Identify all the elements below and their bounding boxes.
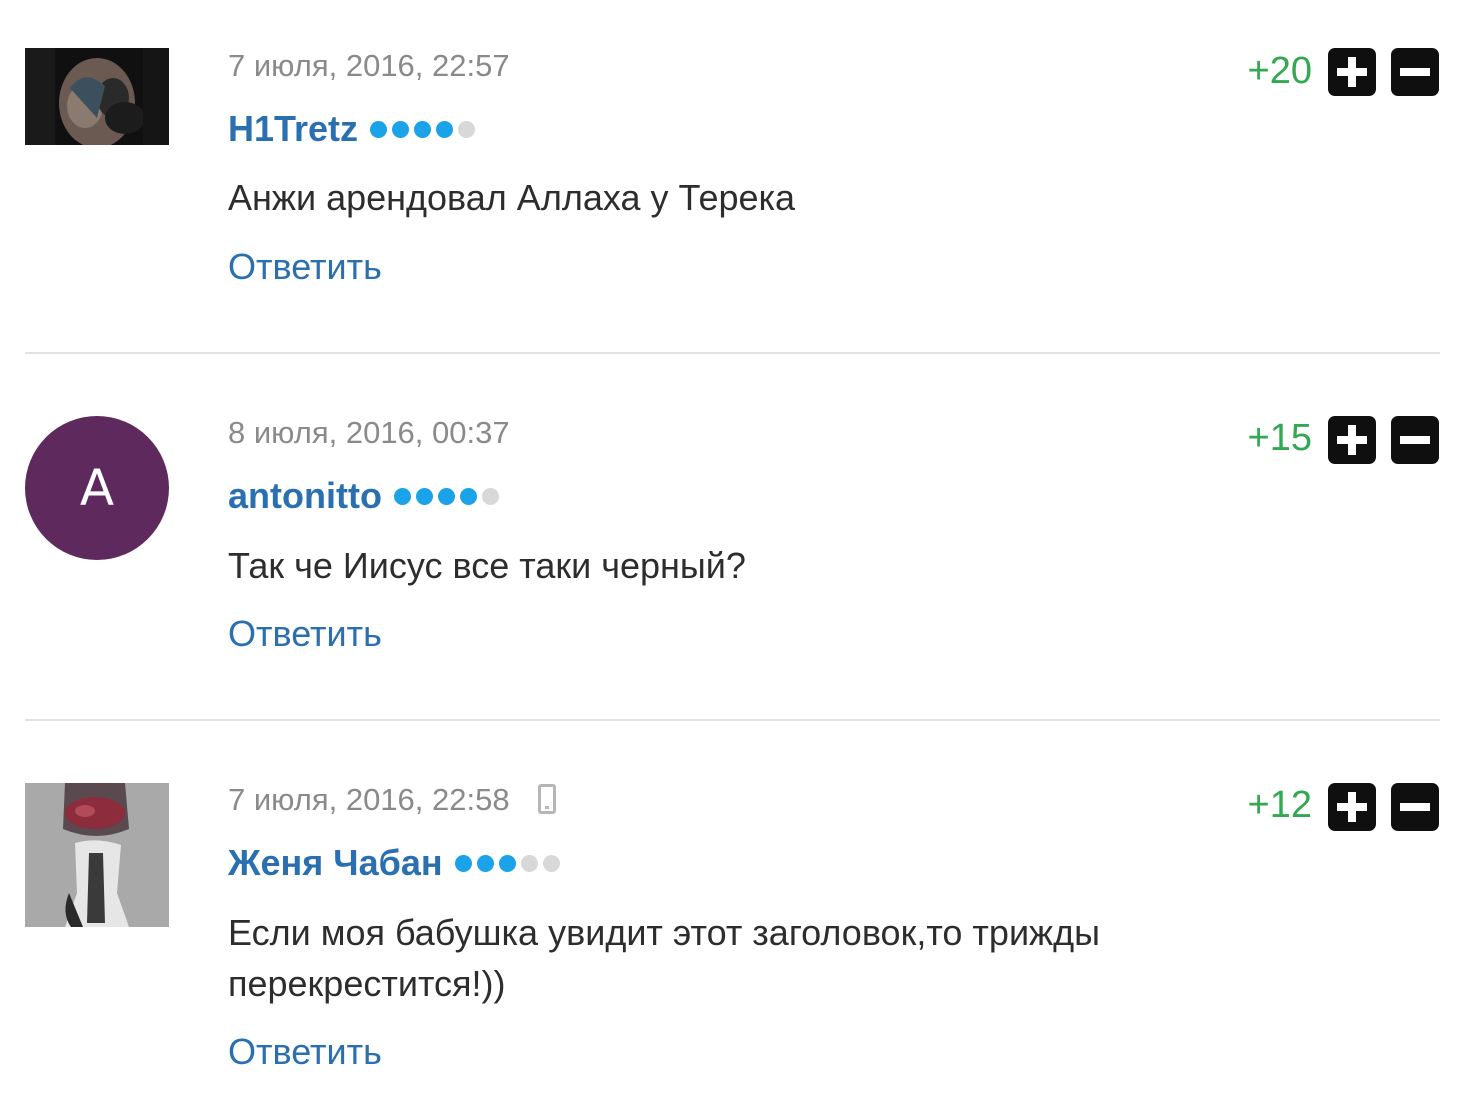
avatar-letter: A (79, 459, 115, 517)
minus-icon (1400, 68, 1430, 76)
user-rating-dots (370, 120, 476, 138)
comment-score: +12 (1247, 784, 1312, 826)
reply-link[interactable]: Ответить (228, 613, 382, 655)
rating-dot (520, 854, 538, 872)
plus-icon-vertical (1348, 792, 1356, 822)
comment-text: Если моя бабушка увидит этот заголовок,т… (228, 912, 1101, 1004)
rating-dot (459, 487, 477, 505)
comment-date: 8 июля, 2016, 00:37 (228, 415, 510, 450)
rating-dot (476, 854, 494, 872)
comment-date: 7 июля, 2016, 22:58 (228, 782, 556, 818)
downvote-button[interactable] (1391, 416, 1439, 464)
user-photo-avatar-icon (25, 783, 169, 927)
comment-text: Анжи арендовал Аллаха у Терека (228, 177, 796, 218)
rating-dot (414, 120, 432, 138)
avatar[interactable]: A (25, 416, 169, 560)
mobile-device-icon (537, 783, 556, 814)
comment-divider (25, 352, 1440, 354)
plus-icon-vertical (1348, 57, 1356, 87)
comment-score: +20 (1247, 50, 1312, 92)
rating-dot (542, 854, 560, 872)
plus-icon-vertical (1348, 425, 1356, 455)
downvote-button[interactable] (1391, 783, 1439, 831)
rating-dot (481, 487, 499, 505)
comment-author-row: H1Tretz (228, 108, 476, 150)
rating-dot (392, 120, 410, 138)
minus-icon (1400, 803, 1430, 811)
comment-date: 7 июля, 2016, 22:57 (228, 48, 510, 83)
comment-date-text: 7 июля, 2016, 22:58 (228, 782, 510, 817)
user-rating-dots (454, 854, 560, 872)
avatar[interactable] (25, 48, 169, 145)
rating-dot (454, 854, 472, 872)
author-name-link[interactable]: Женя Чабан (228, 842, 443, 884)
upvote-button[interactable] (1328, 416, 1376, 464)
upvote-button[interactable] (1328, 783, 1376, 831)
rating-dot (436, 120, 454, 138)
comment-text: Так че Иисус все таки черный? (228, 545, 746, 586)
comment-author-row: Женя Чабан (228, 842, 560, 884)
upvote-button[interactable] (1328, 48, 1376, 96)
minus-icon (1400, 436, 1430, 444)
rating-dot (370, 120, 388, 138)
user-rating-dots (393, 487, 499, 505)
reply-link[interactable]: Ответить (228, 246, 382, 288)
rating-dot (393, 487, 411, 505)
comment-divider (25, 719, 1440, 721)
avatar[interactable] (25, 783, 169, 927)
author-name-link[interactable]: antonitto (228, 475, 382, 517)
rating-dot (437, 487, 455, 505)
rating-dot (498, 854, 516, 872)
rating-dot (458, 120, 476, 138)
reply-link[interactable]: Ответить (228, 1031, 382, 1073)
downvote-button[interactable] (1391, 48, 1439, 96)
author-name-link[interactable]: H1Tretz (228, 108, 358, 150)
rating-dot (415, 487, 433, 505)
user-photo-avatar-icon (25, 48, 169, 145)
comment-author-row: antonitto (228, 475, 499, 517)
comment-score: +15 (1247, 417, 1312, 459)
